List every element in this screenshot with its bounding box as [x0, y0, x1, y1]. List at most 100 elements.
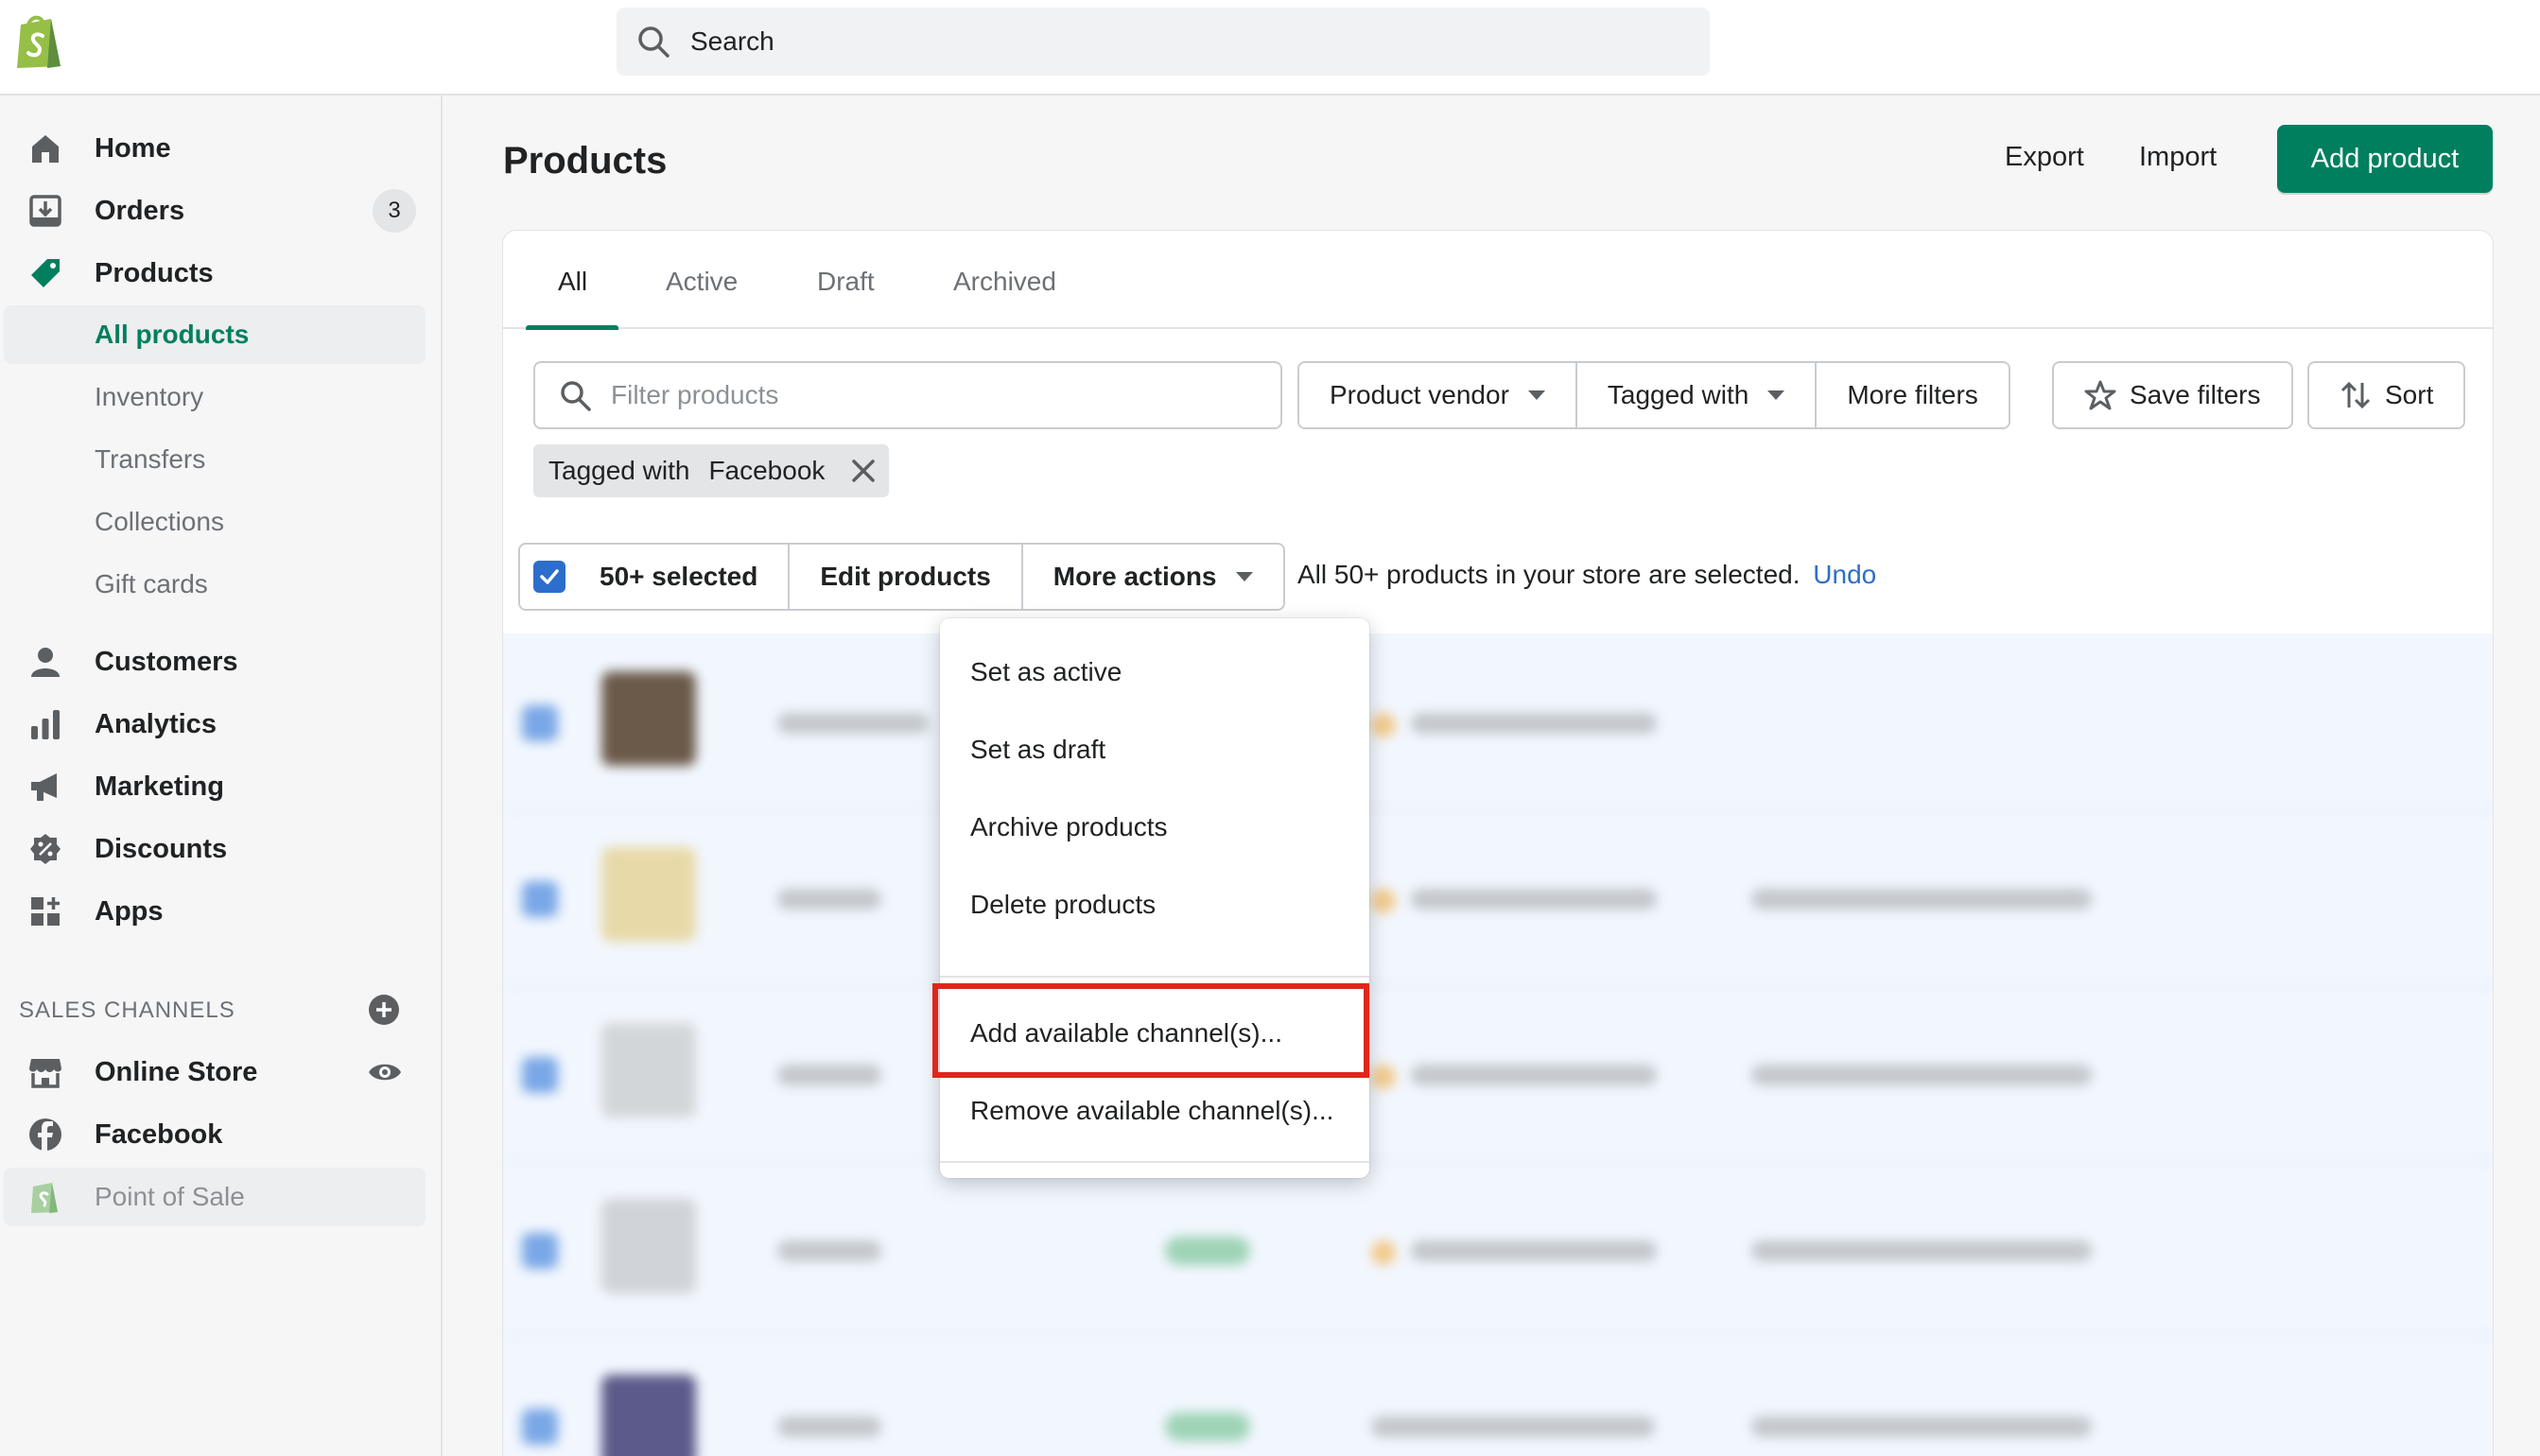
- sidebar-item-label: Customers: [95, 646, 238, 677]
- tab-archived[interactable]: Archived: [953, 267, 1056, 297]
- sidebar-item-marketing[interactable]: Marketing: [0, 757, 443, 816]
- more-actions-label: More actions: [1053, 562, 1217, 591]
- more-filters-label: More filters: [1847, 380, 1978, 409]
- sidebar-subitem-all-products[interactable]: All products: [4, 305, 426, 364]
- chip-key: Tagged with: [548, 456, 690, 485]
- view-online-store-eye-icon[interactable]: [367, 1054, 403, 1090]
- selection-note-text: All 50+ products in your store are selec…: [1297, 560, 1801, 589]
- sales-channels-heading: SALES CHANNELS: [19, 997, 235, 1023]
- menu-item-remove-available-channels[interactable]: Remove available channel(s)...: [940, 1078, 1369, 1144]
- menu-item-delete-products[interactable]: Delete products: [940, 872, 1369, 938]
- product-title-blurred: [777, 713, 929, 734]
- chevron-down-icon: [1527, 390, 1545, 400]
- tag-icon: [26, 254, 64, 292]
- menu-divider: [940, 1161, 1369, 1163]
- select-all-toggle[interactable]: 50+ selected: [520, 545, 791, 609]
- search-icon: [638, 26, 670, 58]
- top-bar: Search: [0, 0, 2540, 95]
- filter-products-input[interactable]: Filter products: [533, 361, 1282, 429]
- inventory-blurred: [1411, 1240, 1657, 1261]
- tagged-with-label: Tagged with: [1607, 380, 1749, 409]
- sidebar-item-label: Online Store: [95, 1056, 258, 1087]
- product-vendor-dropdown[interactable]: Product vendor: [1299, 363, 1577, 427]
- remove-filter-close-icon[interactable]: [851, 459, 876, 483]
- selected-count-label: 50+ selected: [600, 562, 758, 591]
- product-thumbnail: [601, 1199, 696, 1293]
- edit-products-button[interactable]: Edit products: [790, 545, 1023, 609]
- sidebar-item-label: Discounts: [95, 833, 228, 864]
- row-checkbox[interactable]: [522, 705, 558, 741]
- sidebar-item-customers[interactable]: Customers: [0, 633, 443, 691]
- sidebar-item-products[interactable]: Products: [0, 244, 443, 303]
- apps-icon: [26, 893, 64, 930]
- sidebar-subitem-label: Transfers: [95, 444, 206, 474]
- type-vendor-blurred: [1751, 1240, 2092, 1261]
- sidebar-subitem-label: Collections: [95, 507, 224, 536]
- product-vendor-label: Product vendor: [1330, 380, 1509, 409]
- more-actions-dropdown[interactable]: More actions: [1023, 545, 1283, 609]
- product-title-blurred: [777, 1416, 881, 1437]
- checkbox-checked-icon[interactable]: [533, 561, 565, 593]
- sidebar-item-label: Apps: [95, 895, 164, 927]
- row-checkbox[interactable]: [522, 1409, 558, 1445]
- sidebar-item-label: Facebook: [95, 1118, 223, 1150]
- sidebar-subitem-gift-cards[interactable]: Gift cards: [4, 555, 426, 614]
- tab-active[interactable]: Active: [666, 267, 738, 297]
- sidebar-item-orders[interactable]: Orders 3: [0, 182, 443, 240]
- tagged-with-dropdown[interactable]: Tagged with: [1576, 363, 1818, 427]
- more-actions-menu: Set as active Set as draft Archive produ…: [940, 618, 1369, 1178]
- chevron-down-icon: [1767, 390, 1785, 400]
- export-button[interactable]: Export: [2005, 142, 2084, 173]
- table-row[interactable]: [503, 1337, 2493, 1456]
- table-row[interactable]: [503, 809, 2493, 985]
- sidebar-item-facebook[interactable]: Facebook: [0, 1105, 443, 1164]
- sidebar: Home Orders 3 Products All products Inve…: [0, 95, 443, 1456]
- highlight-annotation-box: [932, 983, 1369, 1078]
- status-dot: [1371, 713, 1396, 737]
- product-title-blurred: [777, 889, 881, 910]
- menu-item-archive-products[interactable]: Archive products: [940, 794, 1369, 860]
- more-filters-button[interactable]: More filters: [1817, 363, 2009, 427]
- sidebar-item-point-of-sale[interactable]: Point of Sale: [4, 1168, 426, 1226]
- save-filters-button[interactable]: Save filters: [2052, 361, 2293, 429]
- global-search-input[interactable]: Search: [617, 8, 1710, 76]
- sidebar-item-discounts[interactable]: Discounts: [0, 820, 443, 878]
- star-icon: [2084, 380, 2116, 410]
- chip-value: Facebook: [708, 456, 826, 485]
- sidebar-item-label: Home: [95, 132, 171, 164]
- sidebar-item-apps[interactable]: Apps: [0, 882, 443, 941]
- sidebar-item-analytics[interactable]: Analytics: [0, 695, 443, 754]
- add-product-button[interactable]: Add product: [2277, 125, 2493, 193]
- sidebar-item-label: Analytics: [95, 708, 217, 739]
- status-dot: [1371, 889, 1396, 913]
- row-checkbox[interactable]: [522, 1057, 558, 1093]
- tab-draft[interactable]: Draft: [817, 267, 875, 297]
- menu-item-set-as-active[interactable]: Set as active: [940, 639, 1369, 705]
- shopify-logo-icon[interactable]: [13, 11, 66, 70]
- sidebar-item-home[interactable]: Home: [0, 119, 443, 178]
- undo-link[interactable]: Undo: [1813, 560, 1876, 589]
- product-list: [503, 633, 2493, 1456]
- table-row[interactable]: [503, 633, 2493, 809]
- sidebar-item-online-store[interactable]: Online Store: [0, 1043, 443, 1101]
- sidebar-subitem-collections[interactable]: Collections: [4, 493, 426, 551]
- inventory-blurred: [1411, 889, 1657, 910]
- inventory-blurred: [1411, 713, 1657, 734]
- product-tabs: All Active Draft Archived: [503, 231, 2493, 330]
- import-button[interactable]: Import: [2139, 142, 2217, 173]
- add-sales-channel-plus-icon[interactable]: [367, 993, 401, 1027]
- table-row[interactable]: [503, 985, 2493, 1161]
- sidebar-item-label: Orders: [95, 195, 185, 226]
- sort-button[interactable]: Sort: [2307, 361, 2466, 429]
- sidebar-subitem-inventory[interactable]: Inventory: [4, 368, 426, 426]
- person-icon: [26, 643, 64, 681]
- product-title-blurred: [777, 1240, 881, 1261]
- menu-item-set-as-draft[interactable]: Set as draft: [940, 717, 1369, 783]
- sidebar-subitem-transfers[interactable]: Transfers: [4, 430, 426, 489]
- row-checkbox[interactable]: [522, 1233, 558, 1269]
- row-checkbox[interactable]: [522, 881, 558, 917]
- shopify-bag-icon: [26, 1178, 64, 1216]
- tab-all[interactable]: All: [558, 267, 587, 297]
- status-badge: [1165, 1237, 1250, 1265]
- table-row[interactable]: [503, 1161, 2493, 1337]
